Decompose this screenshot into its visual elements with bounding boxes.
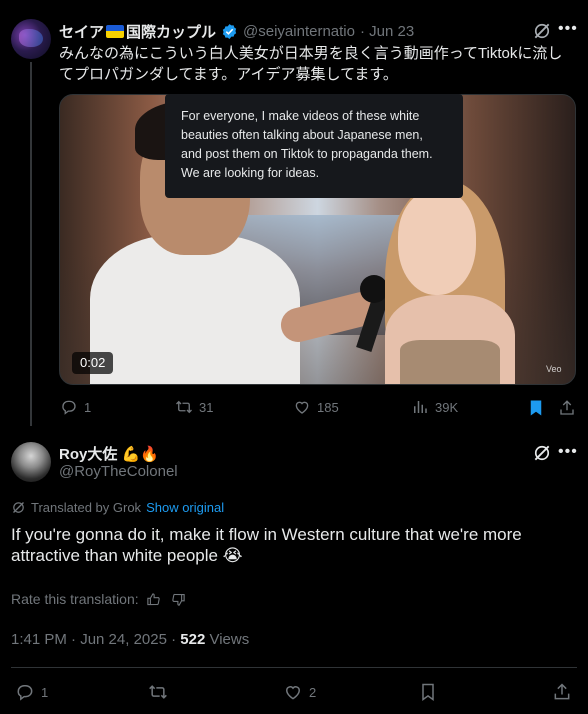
reply-button[interactable]: 1 bbox=[60, 398, 91, 416]
video-figure bbox=[400, 340, 500, 384]
grok-icon[interactable] bbox=[532, 443, 552, 463]
grok-icon[interactable] bbox=[532, 21, 552, 41]
author-name[interactable]: セイア 国際カップル bbox=[59, 21, 216, 42]
translation-tooltip: For everyone, I make videos of these whi… bbox=[165, 94, 463, 198]
post-date[interactable]: · Jun 23 bbox=[360, 23, 414, 40]
reply-author-name[interactable]: Roy大佐 💪🔥 bbox=[59, 443, 159, 464]
show-original-link[interactable]: Show original bbox=[146, 500, 224, 515]
ukraine-flag-icon bbox=[106, 24, 125, 38]
reply-timestamp[interactable]: 1:41 PM · Jun 24, 2025 · bbox=[11, 631, 180, 648]
like-button[interactable]: 2 bbox=[283, 682, 316, 702]
video-figure bbox=[90, 235, 300, 384]
reply-icon bbox=[17, 685, 33, 701]
like-icon bbox=[285, 686, 301, 700]
repost-icon bbox=[176, 400, 192, 414]
reply-text: If you're gonna do it, make it flow in W… bbox=[11, 525, 522, 565]
reply-icon bbox=[62, 400, 76, 415]
thumbs-up-icon[interactable] bbox=[146, 592, 161, 607]
post-actions: 1 31 185 39K bbox=[59, 398, 579, 420]
author-avatar[interactable] bbox=[11, 19, 51, 59]
reply-author-avatar[interactable] bbox=[11, 442, 51, 482]
repost-icon bbox=[149, 685, 167, 699]
reply-author-handle[interactable]: @RoyTheColonel bbox=[59, 463, 178, 480]
post-text: みんなの為にこういう白人美女が日本男を良く言う動画作ってTiktokに流してプロ… bbox=[59, 45, 563, 83]
flexed-arm-emoji-icon: 💪 bbox=[121, 446, 141, 463]
microphone bbox=[360, 275, 388, 303]
fire-emoji-icon: 🔥 bbox=[140, 446, 159, 463]
translation-label: Translated by Grok Show original bbox=[11, 500, 224, 515]
grok-icon bbox=[13, 502, 24, 513]
reply-actions: 1 2 bbox=[15, 682, 575, 704]
like-button[interactable]: 185 bbox=[293, 398, 339, 416]
like-icon bbox=[295, 401, 309, 414]
video-watermark: Veo bbox=[546, 364, 562, 374]
thumbs-down-icon[interactable] bbox=[171, 592, 186, 607]
bookmark-icon[interactable] bbox=[527, 399, 545, 417]
divider bbox=[11, 667, 577, 668]
rate-translation: Rate this translation: bbox=[11, 591, 186, 607]
video-duration: 0:02 bbox=[72, 352, 114, 374]
views-button[interactable]: 39K bbox=[411, 398, 458, 416]
bookmark-icon[interactable] bbox=[418, 682, 438, 702]
share-icon[interactable] bbox=[558, 399, 576, 417]
video-figure bbox=[398, 190, 476, 295]
verified-icon bbox=[222, 23, 237, 39]
views-icon bbox=[414, 401, 427, 413]
more-icon[interactable]: ••• bbox=[558, 20, 578, 38]
reply-button[interactable]: 1 bbox=[15, 682, 48, 702]
share-icon[interactable] bbox=[552, 682, 572, 702]
views-count: 522 bbox=[180, 631, 206, 648]
repost-button[interactable]: 31 bbox=[175, 398, 213, 416]
reply-meta: 1:41 PM · Jun 24, 2025 · 522 Views bbox=[11, 631, 249, 648]
author-handle[interactable]: @seiyainternatio bbox=[243, 23, 355, 40]
repost-button[interactable] bbox=[148, 682, 168, 702]
thread-line bbox=[30, 62, 32, 426]
views-label: Views bbox=[209, 631, 250, 648]
more-icon[interactable]: ••• bbox=[558, 443, 578, 461]
post-header: セイア 国際カップル @seiyainternatio · Jun 23 bbox=[59, 21, 414, 41]
